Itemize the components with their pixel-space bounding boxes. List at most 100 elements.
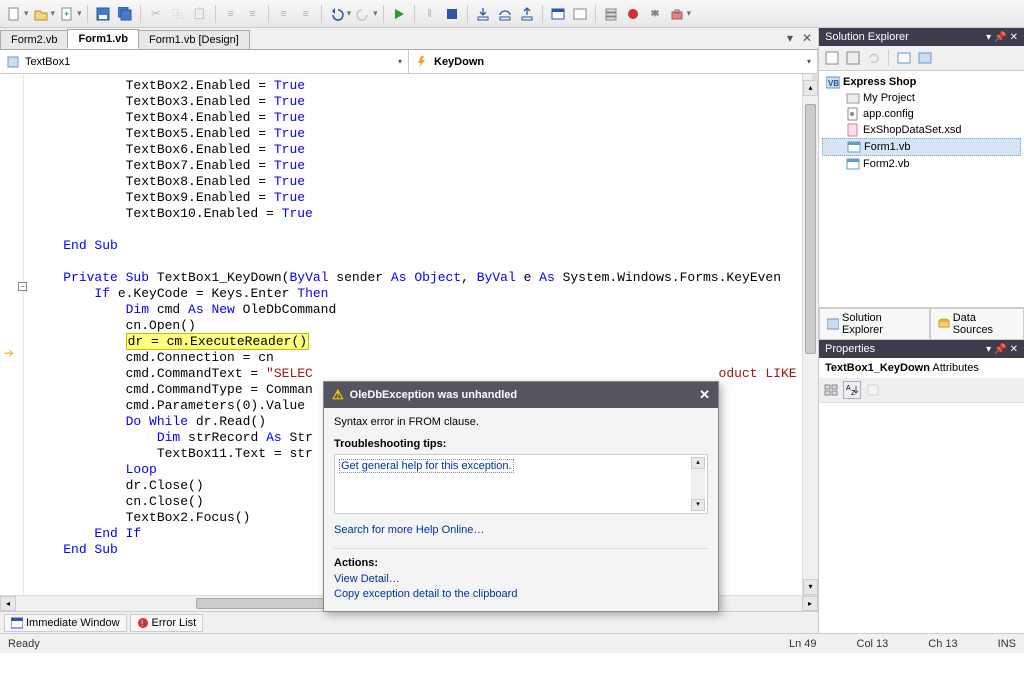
step-over-icon[interactable] [495,4,515,24]
show-all-icon[interactable] [844,49,862,67]
tab-form1[interactable]: Form1.vb [67,29,139,49]
form-icon [847,140,861,154]
search-help-online-link[interactable]: Search for more Help Online… [334,524,484,536]
config-icon [846,107,860,121]
property-pages-icon[interactable] [864,381,882,399]
exception-help-link[interactable]: Get general help for this exception. [339,459,514,473]
pin-icon[interactable]: 📌 [994,32,1006,43]
locals-icon[interactable] [570,4,590,24]
tab-dropdown-icon[interactable]: ▾ [783,31,797,45]
solution-explorer-tab[interactable]: Solution Explorer [819,308,930,340]
properties-object-selector[interactable]: TextBox1_KeyDown Attributes [819,358,1024,378]
error-list-tab[interactable]: ! Error List [130,614,204,632]
scroll-right-icon[interactable]: ▸ [802,596,818,611]
project-node[interactable]: VB Express Shop [822,74,1021,90]
immediate-window-icon[interactable] [548,4,568,24]
uncomment-icon[interactable]: ≡ [296,4,316,24]
step-into-icon[interactable] [473,4,493,24]
tree-item-dataset[interactable]: ExShopDataSet.xsd [822,122,1021,138]
tree-item-myproject[interactable]: My Project [822,90,1021,106]
new-file-icon[interactable] [4,4,24,24]
tab-close-icon[interactable]: ✕ [800,31,814,45]
add-item-icon[interactable]: + [57,4,77,24]
close-icon[interactable]: ✕ [1010,344,1018,355]
pin-icon[interactable]: 📌 [994,344,1006,355]
tree-item-form2[interactable]: Form2.vb [822,156,1021,172]
copy-exception-link[interactable]: Copy exception detail to the clipboard [334,588,708,600]
scroll-thumb[interactable] [805,104,816,354]
copy-icon[interactable]: ⿻ [168,4,188,24]
status-ins: INS [998,638,1016,650]
document-tabs: Form2.vb Form1.vb Form1.vb [Design] ▾ ✕ [0,28,818,50]
cut-icon[interactable]: ✂ [146,4,166,24]
call-stack-icon[interactable] [601,4,621,24]
error-list-icon: ! [137,617,149,629]
redo-icon[interactable] [353,4,373,24]
troubleshooting-tips-label: Troubleshooting tips: [334,438,708,450]
status-ready: Ready [8,638,749,650]
solution-explorer-header: Solution Explorer ▾📌✕ [819,28,1024,46]
immediate-window-label: Immediate Window [26,617,120,629]
indent-icon[interactable]: ≡ [221,4,241,24]
current-line-icon: ➔ [4,346,14,360]
solution-explorer-tab-icon [827,318,839,330]
dropdown-icon[interactable]: ▾ [986,32,991,43]
outdent-icon[interactable]: ≡ [243,4,263,24]
tab-form2[interactable]: Form2.vb [0,30,68,49]
save-all-icon[interactable] [115,4,135,24]
properties-object-type: Attributes [932,362,978,374]
data-sources-icon [938,318,950,330]
view-designer-icon[interactable] [916,49,934,67]
comment-icon[interactable]: ≡ [274,4,294,24]
refresh-icon[interactable] [865,49,883,67]
method-dropdown[interactable]: KeyDown ▾ [409,50,818,73]
tab-form1-design[interactable]: Form1.vb [Design] [138,30,250,49]
tree-item-appconfig[interactable]: app.config [822,106,1021,122]
exception-popup: ⚠ OleDbException was unhandled ✕ Syntax … [323,381,719,612]
actions-label: Actions: [334,557,708,569]
toolbox-icon[interactable] [667,4,687,24]
status-ch: Ch 13 [928,638,957,650]
save-icon[interactable] [93,4,113,24]
alphabetical-icon[interactable]: AZ [843,381,861,399]
solution-explorer-toolbar [819,46,1024,71]
paste-icon[interactable]: 📋 [190,4,210,24]
dropdown-icon[interactable]: ▾ [986,344,991,355]
properties-grid[interactable] [819,403,1024,633]
properties-icon[interactable] [823,49,841,67]
method-dropdown-text: KeyDown [434,56,807,68]
settings-icon[interactable] [645,4,665,24]
vertical-scrollbar[interactable]: ▴ ▾ [802,74,818,595]
tree-item-label: Form1.vb [864,141,910,153]
categorized-icon[interactable] [822,381,840,399]
exception-close-icon[interactable]: ✕ [699,387,710,403]
warning-icon: ⚠ [332,387,344,403]
immediate-window-tab[interactable]: Immediate Window [4,614,127,632]
chevron-down-icon: ▾ [807,57,811,66]
status-col: Col 13 [857,638,889,650]
scroll-up-icon[interactable]: ▴ [803,80,818,96]
troubleshooting-tips-box: Get general help for this exception. ▴ ▾ [334,454,708,514]
stop-icon[interactable] [442,4,462,24]
solution-tree: VB Express Shop My Project app.config Ex… [819,71,1024,307]
start-debug-icon[interactable] [389,4,409,24]
close-icon[interactable]: ✕ [1010,32,1018,43]
breakpoints-icon[interactable] [623,4,643,24]
tips-scrollbar[interactable]: ▴ ▾ [691,457,705,511]
chevron-down-icon: ▾ [398,57,402,66]
step-out-icon[interactable] [517,4,537,24]
break-icon[interactable]: ‖ [420,4,440,24]
open-icon[interactable] [31,4,51,24]
scroll-down-icon[interactable]: ▾ [803,579,818,595]
svg-text:+: + [64,9,69,19]
view-code-icon[interactable] [895,49,913,67]
undo-icon[interactable] [327,4,347,24]
scroll-left-icon[interactable]: ◂ [0,596,16,611]
data-sources-tab[interactable]: Data Sources [930,308,1024,340]
tree-item-form1[interactable]: Form1.vb [822,138,1021,156]
tab-label: Solution Explorer [842,312,922,336]
folder-icon [846,91,860,105]
svg-text:Z: Z [851,390,856,397]
object-dropdown[interactable]: TextBox1 ▾ [0,50,409,73]
view-detail-link[interactable]: View Detail… [334,573,708,585]
